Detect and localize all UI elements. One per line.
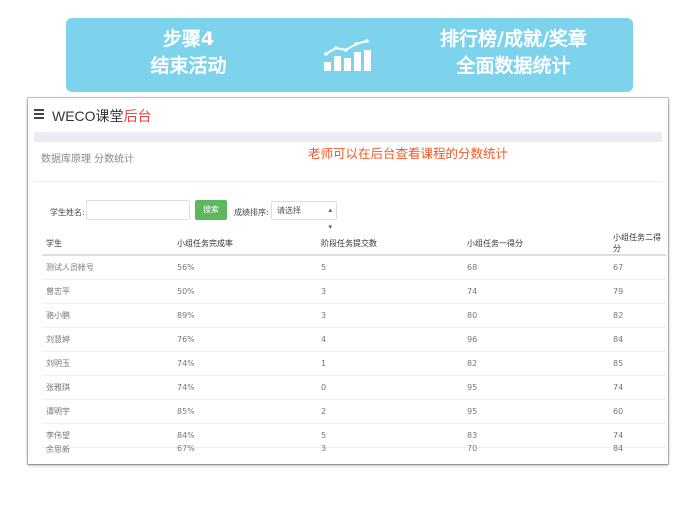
- cell-submissions: 2: [317, 399, 463, 424]
- cell-completion-rate: 85%: [173, 399, 317, 424]
- table-row[interactable]: 刘明玉 74% 1 82 85: [42, 351, 666, 376]
- cell-student: 骆小鹏: [42, 303, 173, 328]
- cell-submissions: 3: [317, 279, 463, 304]
- cell-student: 曾志平: [42, 279, 173, 304]
- step-heading: 步骤4 结束活动: [66, 26, 311, 80]
- breadcrumb: 数据库原理 分数统计: [41, 154, 135, 165]
- cell-task2-score: 84: [609, 327, 666, 352]
- cell-task1-score: 83: [463, 423, 609, 448]
- table-row[interactable]: 张雅琪 74% 0 95 74: [42, 375, 666, 400]
- column-header[interactable]: 小组任务一得分: [463, 232, 609, 256]
- divider: [34, 181, 662, 182]
- cell-completion-rate: 74%: [173, 351, 317, 376]
- cell-submissions: 4: [317, 327, 463, 352]
- cell-completion-rate: 76%: [173, 327, 317, 352]
- cell-student: 李伟望: [42, 423, 173, 448]
- top-navbar: WECO课堂后台: [28, 98, 668, 132]
- select-arrows-icon: ▴ ▾: [328, 206, 332, 231]
- cell-task1-score: 74: [463, 279, 609, 304]
- step-banner: 步骤4 结束活动 排行榜/成就/奖章 全面数据统计: [66, 18, 633, 92]
- search-button[interactable]: 搜索: [195, 200, 227, 220]
- column-header[interactable]: 小组任务二得分: [609, 232, 666, 256]
- cell-task2-score: 74: [609, 375, 666, 400]
- cell-task2-score: 67: [609, 255, 666, 280]
- cell-text: 70: [467, 444, 478, 453]
- table-row[interactable]: 骆小鹏 89% 3 80 82: [42, 303, 666, 328]
- brand-name: WECO课堂: [52, 108, 124, 124]
- student-name-label: 学生姓名:: [50, 208, 85, 217]
- cell-submissions: 1: [317, 351, 463, 376]
- sort-select-value: 请选择: [277, 206, 301, 215]
- score-table: 学生 小组任务完成率 阶段任务提交数 小组任务一得分 小组任务二得分 测试人员帐…: [42, 232, 666, 460]
- cell-completion-rate: 89%: [173, 303, 317, 328]
- table-row[interactable]: 刘慧婷 76% 4 96 84: [42, 327, 666, 352]
- cell-completion-rate: 74%: [173, 375, 317, 400]
- cell-text: 84: [613, 444, 624, 453]
- table-row[interactable]: 测试人员帐号 56% 5 68 67: [42, 255, 666, 280]
- cell-submissions: 3: [317, 303, 463, 328]
- cell-submissions: 5: [317, 255, 463, 280]
- column-header[interactable]: 小组任务完成率: [173, 232, 317, 256]
- cell-completion-rate: 67%: [173, 444, 317, 461]
- cell-submissions: 0: [317, 375, 463, 400]
- cell-student: 余思新: [42, 445, 173, 461]
- cell-text: 3: [321, 444, 327, 453]
- cell-student: 测试人员帐号: [42, 255, 173, 280]
- table-row[interactable]: 曾志平 50% 3 74 79: [42, 279, 666, 304]
- table-header-row: 学生 小组任务完成率 阶段任务提交数 小组任务一得分 小组任务二得分: [42, 232, 666, 256]
- sort-label: 成绩排序:: [234, 208, 269, 217]
- cell-completion-rate: 56%: [173, 255, 317, 280]
- cell-task1-score: 95: [463, 375, 609, 400]
- annotation-note: 老师可以在后台查看课程的分数统计: [308, 146, 509, 161]
- cell-task1-score: 80: [463, 303, 609, 328]
- table-row[interactable]: 余思新 67% 3 70 84: [42, 444, 666, 461]
- sort-select[interactable]: 请选择 ▴ ▾: [271, 201, 337, 231]
- cell-task2-score: 85: [609, 351, 666, 376]
- feature-subtitle: 全面数据统计: [456, 55, 571, 77]
- step-title: 结束活动: [150, 55, 227, 77]
- cell-student: 张雅琪: [42, 375, 173, 400]
- cell-task2-score: 84: [609, 444, 666, 461]
- cell-task1-score: 95: [463, 399, 609, 424]
- cell-student: 谭明宇: [42, 399, 173, 424]
- bar-chart-trend-icon: [324, 39, 371, 71]
- cell-text: 67%: [177, 444, 195, 453]
- student-name-input[interactable]: [86, 200, 190, 220]
- cell-task2-score: 60: [609, 399, 666, 424]
- cell-completion-rate: 50%: [173, 279, 317, 304]
- column-header[interactable]: 阶段任务提交数: [317, 232, 463, 256]
- cell-task1-score: 82: [463, 351, 609, 376]
- cell-task1-score: 68: [463, 255, 609, 280]
- brand-logo[interactable]: WECO课堂后台: [52, 106, 152, 126]
- step-number: 步骤4: [162, 28, 215, 50]
- cell-student: 刘慧婷: [42, 327, 173, 352]
- cell-task1-score: 70: [463, 444, 609, 461]
- brand-accent: 后台: [123, 108, 152, 124]
- cell-submissions: 5: [317, 423, 463, 448]
- column-header[interactable]: 学生: [42, 232, 173, 256]
- feature-heading: 排行榜/成就/奖章 全面数据统计: [411, 26, 616, 80]
- sub-navbar: [34, 132, 662, 142]
- cell-task2-score: 79: [609, 279, 666, 304]
- menu-icon[interactable]: [34, 109, 44, 119]
- table-row[interactable]: 谭明宇 85% 2 95 60: [42, 399, 666, 424]
- app-window: WECO课堂后台 数据库原理 分数统计 老师可以在后台查看课程的分数统计 学生姓…: [28, 98, 668, 464]
- cell-task1-score: 96: [463, 327, 609, 352]
- cell-submissions: 3: [317, 444, 463, 461]
- table-row[interactable]: 李伟望 84% 5 83 74: [42, 423, 666, 448]
- cell-text: 余思新: [46, 445, 70, 454]
- cell-task2-score: 82: [609, 303, 666, 328]
- cell-student: 刘明玉: [42, 351, 173, 376]
- feature-title: 排行榜/成就/奖章: [440, 28, 587, 50]
